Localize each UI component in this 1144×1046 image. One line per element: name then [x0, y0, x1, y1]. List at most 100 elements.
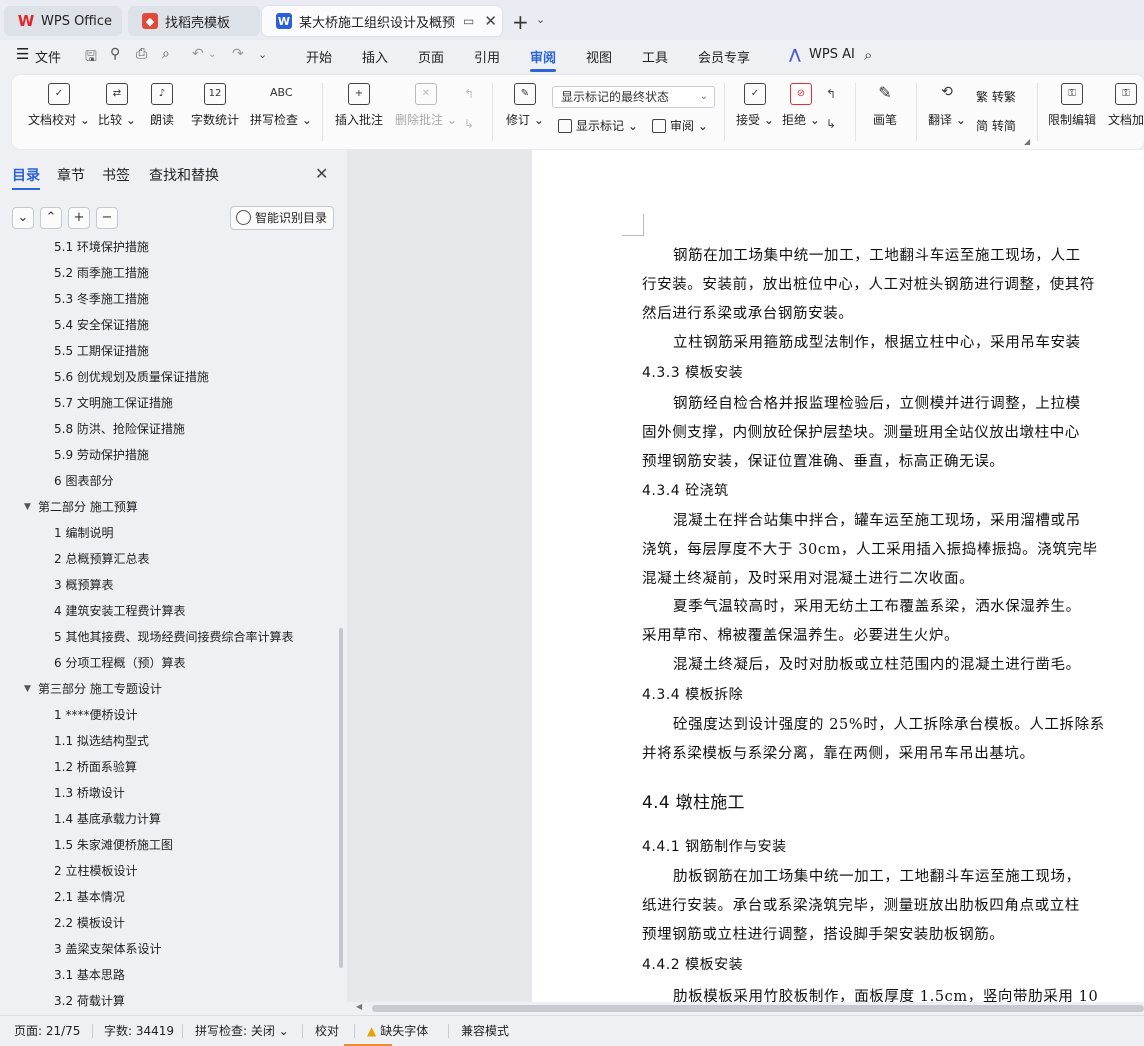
nav-tab-toc[interactable]: 目录: [12, 165, 40, 185]
horizontal-scrollbar-thumb[interactable]: [372, 1005, 1144, 1012]
next-change-icon[interactable]: ↳: [826, 117, 836, 131]
toc-item[interactable]: 5.4 安全保证措施: [54, 312, 149, 338]
review-pane-button[interactable]: 审阅 ⌄: [652, 117, 708, 134]
print-preview-icon[interactable]: ⌕: [162, 46, 170, 62]
word-count-button[interactable]: 12 字数统计: [191, 83, 239, 128]
menu-home[interactable]: 开始: [306, 47, 332, 66]
markup-mode-select[interactable]: 显示标记的最终状态 ⌄: [552, 86, 715, 108]
ribbon-expand-icon[interactable]: ◢: [1024, 137, 1030, 146]
menu-file[interactable]: 文件: [35, 47, 61, 66]
toc-item[interactable]: 1.2 桥面系验算: [54, 754, 137, 780]
smart-toc-button[interactable]: 智能识别目录: [230, 206, 334, 230]
toc-item[interactable]: 3.1 基本思路: [54, 962, 125, 988]
word-count-indicator[interactable]: 字数: 34419: [104, 1022, 174, 1039]
toc-item[interactable]: 1.1 拟选结构型式: [54, 728, 149, 754]
next-comment-icon[interactable]: ↳: [464, 117, 474, 131]
toc-item[interactable]: 5.8 防洪、抢险保证措施: [54, 416, 185, 442]
toc-item[interactable]: 2 总概预算汇总表: [54, 546, 149, 572]
toc-item[interactable]: 5.2 雨季施工措施: [54, 260, 149, 286]
toc-item[interactable]: 1 ****便桥设计: [54, 702, 137, 728]
to-simplified-button[interactable]: 简 转简: [976, 117, 1016, 134]
missing-font-status[interactable]: ▲ 缺失字体: [367, 1022, 428, 1039]
collapse-all-button[interactable]: ⌄: [12, 207, 34, 229]
previous-comment-icon[interactable]: ↰: [464, 87, 474, 101]
monitor-icon[interactable]: ▭: [463, 14, 474, 28]
toc-item[interactable]: 1.4 基底承载力计算: [54, 806, 161, 832]
doc-check-button[interactable]: ✓ 文档校对 ⌄: [28, 83, 90, 128]
menu-member[interactable]: 会员专享: [698, 47, 750, 66]
expand-caret-icon[interactable]: ▼: [24, 494, 31, 520]
print-icon[interactable]: ⎙: [136, 46, 147, 62]
redo-icon[interactable]: ↷: [232, 46, 244, 62]
read-aloud-button[interactable]: ♪ 朗读: [150, 83, 174, 128]
toc-item[interactable]: 4 建筑安装工程费计算表: [54, 598, 185, 624]
toc-item[interactable]: 3 概预算表: [54, 572, 113, 598]
show-markup-button[interactable]: 显示标记 ⌄: [558, 117, 638, 134]
menu-review[interactable]: 审阅: [530, 47, 556, 66]
menu-references[interactable]: 引用: [474, 47, 500, 66]
menu-page[interactable]: 页面: [418, 47, 444, 66]
toc-item[interactable]: 2 立柱模板设计: [54, 858, 137, 884]
save-icon[interactable]: 🖫: [85, 46, 97, 70]
toc-item[interactable]: 5.3 冬季施工措施: [54, 286, 149, 312]
share-icon[interactable]: ⚲: [110, 46, 120, 62]
toc-item[interactable]: ▼ 第三部分 施工专题设计: [24, 676, 162, 702]
chevron-down-icon[interactable]: ⌄: [208, 49, 216, 60]
accept-button[interactable]: ✓ 接受 ⌄: [736, 83, 774, 128]
doc-encrypt-button[interactable]: ⚿ 文档加: [1108, 83, 1144, 128]
chevron-down-icon[interactable]: ⌄: [536, 13, 545, 26]
previous-change-icon[interactable]: ↰: [826, 87, 836, 101]
menu-tools[interactable]: 工具: [642, 47, 668, 66]
undo-icon[interactable]: ↶: [192, 46, 204, 62]
toc-item[interactable]: 1.5 朱家滩便桥施工图: [54, 832, 173, 858]
toc-item[interactable]: 1.3 桥墩设计: [54, 780, 125, 806]
nav-tab-find-replace[interactable]: 查找和替换: [149, 165, 219, 185]
tab-document[interactable]: W 某大桥施工组织设计及概预算 ▭ ✕: [262, 6, 502, 36]
toc-item[interactable]: 5.5 工期保证措施: [54, 338, 149, 364]
page-indicator[interactable]: 页面: 21/75: [14, 1022, 80, 1039]
reject-button[interactable]: ⊘ 拒绝 ⌄: [782, 83, 820, 128]
spell-check-status[interactable]: 拼写检查: 关闭 ⌄: [195, 1022, 289, 1039]
new-tab-icon[interactable]: +: [512, 10, 529, 34]
compare-button[interactable]: ⇄ 比较 ⌄: [98, 83, 136, 128]
document-page[interactable]: 钢筋在加工场集中统一加工，工地翻斗车运至施工现场，人工 行安装。安装前，放出桩位中…: [532, 150, 1144, 1002]
to-traditional-button[interactable]: 繁 转繁: [976, 88, 1016, 105]
toc-item[interactable]: 5.9 劳动保护措施: [54, 442, 149, 468]
horizontal-scrollbar[interactable]: ◀: [347, 1002, 1144, 1015]
expand-caret-icon[interactable]: ▼: [24, 676, 31, 702]
restrict-edit-button[interactable]: ⚿ 限制编辑: [1048, 83, 1096, 128]
tab-docer-templates[interactable]: ◆ 找稻壳模板: [128, 6, 260, 36]
toc-item[interactable]: 6 分项工程概（预）算表: [54, 650, 185, 676]
customize-toolbar-icon[interactable]: ⌄: [258, 48, 267, 61]
translate-button[interactable]: ⟲ 翻译 ⌄: [928, 83, 966, 128]
toc-item[interactable]: 1 编制说明: [54, 520, 113, 546]
toc-item[interactable]: 3.2 荷载计算: [54, 988, 125, 1014]
search-icon[interactable]: ⌕: [864, 46, 872, 64]
ink-button[interactable]: ✎ 画笔: [873, 83, 897, 128]
close-tab-icon[interactable]: ✕: [484, 12, 497, 30]
close-pane-icon[interactable]: ✕: [315, 164, 328, 183]
add-heading-button[interactable]: +: [68, 207, 90, 229]
insert-comment-button[interactable]: + 插入批注: [335, 83, 383, 128]
menu-wps-ai[interactable]: WPS AI: [809, 47, 855, 62]
toc-item[interactable]: 6 图表部分: [54, 468, 113, 494]
toc-item[interactable]: 5.6 创优规划及质量保证措施: [54, 364, 209, 390]
toc-item[interactable]: 2.2 模板设计: [54, 910, 125, 936]
toc-item[interactable]: 2.1 基本情况: [54, 884, 125, 910]
nav-tab-bookmarks[interactable]: 书签: [102, 165, 130, 185]
toc-item[interactable]: 3 盖梁支架体系设计: [54, 936, 161, 962]
proofread-status[interactable]: 校对: [315, 1022, 339, 1039]
remove-heading-button[interactable]: −: [96, 207, 118, 229]
toc-scrollbar-thumb[interactable]: [339, 628, 343, 968]
delete-comment-button[interactable]: ✕ 删除批注 ⌄: [395, 83, 457, 128]
toc-item[interactable]: 5.1 环境保护措施: [54, 240, 149, 260]
toc-item[interactable]: 5.7 文明施工保证措施: [54, 390, 173, 416]
toc-item[interactable]: 5 其他其接费、现场经费间接费综合率计算表: [54, 624, 293, 650]
hamburger-menu-icon[interactable]: ☰: [16, 45, 29, 63]
spell-check-button[interactable]: ABC 拼写检查 ⌄: [250, 83, 312, 128]
tab-wps-office[interactable]: W WPS Office: [4, 6, 122, 36]
scroll-left-icon[interactable]: ◀: [356, 1002, 362, 1011]
toc-item[interactable]: ▼ 第二部分 施工预算: [24, 494, 138, 520]
menu-insert[interactable]: 插入: [362, 47, 388, 66]
expand-up-button[interactable]: ⌃: [40, 207, 62, 229]
